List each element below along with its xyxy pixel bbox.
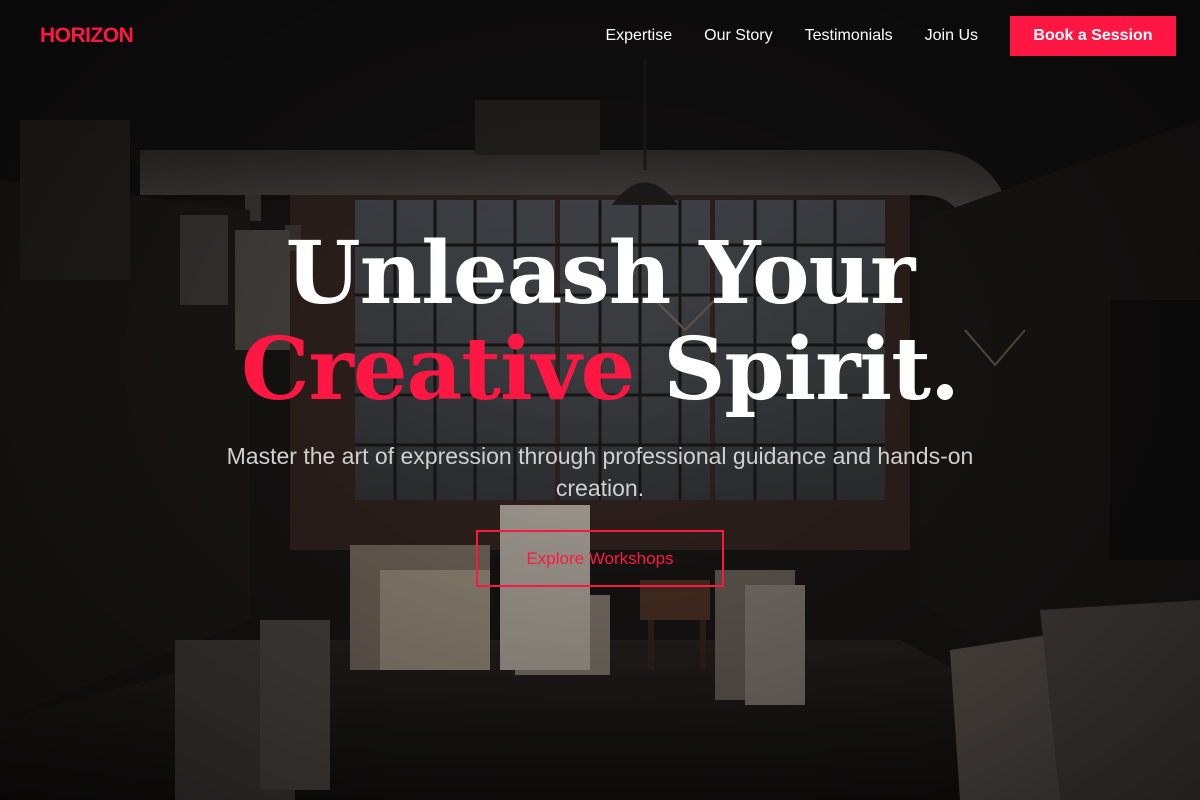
brand-logo[interactable]: HORIZON xyxy=(40,24,134,48)
headline-line-1: Unleash Your xyxy=(285,223,916,324)
hero-subtitle: Master the art of expression through pro… xyxy=(226,443,974,501)
headline-accent-word: Creative xyxy=(241,319,635,420)
main-nav: Expertise Our Story Testimonials Join Us… xyxy=(605,16,1176,56)
hero-content: Unleash Your Creative Spirit. Master the… xyxy=(0,226,1200,587)
hero-headline: Unleash Your Creative Spirit. xyxy=(0,226,1200,418)
nav-link-expertise[interactable]: Expertise xyxy=(605,27,672,45)
hero-section: HORIZON Expertise Our Story Testimonials… xyxy=(0,0,1200,800)
nav-link-join-us[interactable]: Join Us xyxy=(925,27,978,45)
headline-rest: Spirit. xyxy=(663,319,960,420)
book-session-button[interactable]: Book a Session xyxy=(1010,16,1176,56)
nav-link-testimonials[interactable]: Testimonials xyxy=(805,27,893,45)
top-navbar: HORIZON Expertise Our Story Testimonials… xyxy=(0,0,1200,72)
explore-workshops-button[interactable]: Explore Workshops xyxy=(476,530,724,587)
nav-link-our-story[interactable]: Our Story xyxy=(704,27,772,45)
